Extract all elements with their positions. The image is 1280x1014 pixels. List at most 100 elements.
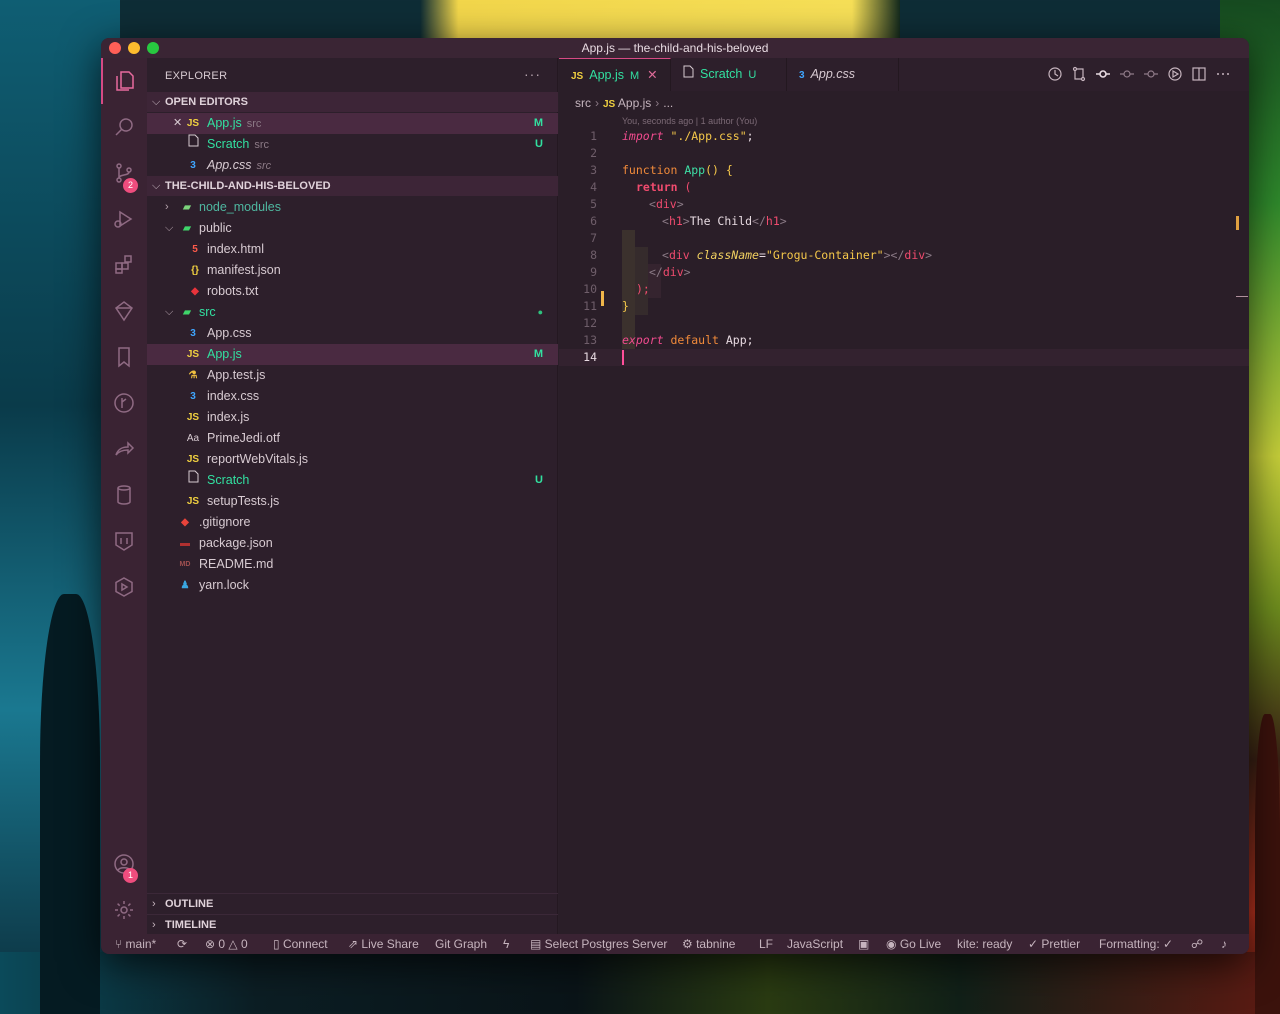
tabnine-status[interactable]: ⚙ tabnine <box>682 934 735 954</box>
tree-item[interactable]: Scratch U <box>147 470 558 491</box>
previous-change-icon[interactable] <box>1119 66 1135 82</box>
tree-item[interactable]: {} manifest.json <box>147 260 558 281</box>
project-header[interactable]: ⌵ THE-CHILD-AND-HIS-BELOVED <box>147 176 558 196</box>
gear-icon[interactable] <box>101 887 147 933</box>
tree-item[interactable]: MD README.md <box>147 554 558 575</box>
kite-status[interactable]: kite: ready <box>957 934 1012 954</box>
tree-item-src[interactable]: ⌵ ▰ src ● <box>147 302 558 323</box>
tree-item[interactable]: 3 index.css <box>147 386 558 407</box>
js-file-icon: JS <box>186 496 200 507</box>
tree-item-public[interactable]: ⌵ ▰ public <box>147 218 558 239</box>
database-icon[interactable] <box>101 472 147 518</box>
tree-item-label: src <box>199 305 216 319</box>
tree-item[interactable]: ♟ yarn.lock <box>147 575 558 596</box>
editor-tabs: JS App.js M ✕ Scratch U 3 App.css <box>559 58 1249 91</box>
open-editor-item[interactable]: ✕ JS App.js src M <box>147 113 558 134</box>
tree-item[interactable]: ◆ robots.txt <box>147 281 558 302</box>
extensions-icon[interactable] <box>101 242 147 288</box>
tree-item[interactable]: ▬ package.json <box>147 533 558 554</box>
window-title: App.js — the-child-and-his-beloved <box>581 41 769 55</box>
source-control-icon[interactable]: 2 <box>101 150 147 196</box>
tree-item-selected[interactable]: JS App.js M <box>147 344 558 365</box>
title-bar: App.js — the-child-and-his-beloved <box>101 38 1249 58</box>
remote-icon[interactable] <box>101 288 147 334</box>
tree-item[interactable]: ⚗ App.test.js <box>147 365 558 386</box>
breadcrumb-file[interactable]: App.js <box>618 96 651 110</box>
open-editor-item[interactable]: Scratch src U <box>147 134 558 155</box>
git-status: M <box>533 117 543 129</box>
git-graph-status[interactable]: Git Graph <box>435 934 487 954</box>
go-live-status[interactable]: ◉ Go Live <box>886 934 941 954</box>
tree-item-node-modules[interactable]: › ▰ node_modules <box>147 197 558 218</box>
tree-item[interactable]: JS setupTests.js <box>147 491 558 512</box>
code-line: 1 import "./App.css"; <box>590 129 754 143</box>
js-file-icon: JS <box>186 349 200 360</box>
font-file-icon: Aa <box>186 433 200 444</box>
open-preview-icon[interactable] <box>1167 66 1183 82</box>
accounts-icon[interactable]: ☍ <box>1191 934 1203 954</box>
split-editor-icon[interactable] <box>1191 66 1207 82</box>
branch-status[interactable]: ⑂ main* <box>115 934 156 954</box>
code-line: 10); <box>583 282 650 296</box>
next-change-icon[interactable] <box>1143 66 1159 82</box>
notifications-icon[interactable]: ♪ <box>1221 934 1227 954</box>
tab-scratch[interactable]: Scratch U <box>671 58 787 91</box>
tree-item[interactable]: JS index.js <box>147 407 558 428</box>
wallpaper-tree <box>1255 714 1280 1014</box>
outline-section[interactable]: › OUTLINE <box>147 893 558 913</box>
close-icon[interactable]: ✕ <box>647 68 657 82</box>
eol-status[interactable]: LF <box>759 934 773 954</box>
close-icon[interactable]: ✕ <box>173 113 182 134</box>
postgres-status[interactable]: ▤ Select Postgres Server <box>530 934 667 954</box>
account-icon[interactable]: 1 <box>101 841 147 887</box>
explorer-icon[interactable] <box>101 58 147 104</box>
search-icon[interactable] <box>101 104 147 150</box>
tree-item[interactable]: 5 index.html <box>147 239 558 260</box>
sync-icon[interactable]: ⟳ <box>177 934 187 954</box>
timeline-section[interactable]: › TIMELINE <box>147 914 558 934</box>
lightning-icon[interactable]: ϟ <box>503 934 509 954</box>
wallpaper-top <box>420 0 900 40</box>
language-status[interactable]: JavaScript <box>787 934 843 954</box>
tree-item[interactable]: Aa PrimeJedi.otf <box>147 428 558 449</box>
connect-status[interactable]: ▯ Connect <box>273 934 328 954</box>
js-file-icon: JS <box>186 454 200 465</box>
tree-item-label: index.css <box>207 389 260 403</box>
minimize-window-button[interactable] <box>128 42 140 54</box>
git-graph-icon[interactable] <box>101 380 147 426</box>
cube-icon[interactable] <box>101 564 147 610</box>
formatting-status[interactable]: Formatting: ✓ <box>1099 934 1173 954</box>
open-editors-header[interactable]: ⌵ OPEN EDITORS <box>147 92 558 112</box>
code-line: 6 <h1>The Child</h1> <box>590 214 787 228</box>
folder-icon: ▰ <box>183 223 191 234</box>
more-actions-icon[interactable] <box>1215 66 1231 82</box>
tree-item[interactable]: 3 App.css <box>147 323 558 344</box>
breadcrumb-folder[interactable]: src <box>575 96 591 110</box>
git-commit-icon[interactable] <box>1095 66 1111 82</box>
problems-status[interactable]: ⊗ 0 △ 0 <box>205 934 248 954</box>
explorer-more-button[interactable]: ··· <box>524 66 541 82</box>
feedback-icon[interactable]: ▣ <box>858 934 869 954</box>
live-share-icon[interactable] <box>101 426 147 472</box>
tree-item-label: App.js <box>207 347 242 361</box>
close-window-button[interactable] <box>109 42 121 54</box>
tree-item[interactable]: JS reportWebVitals.js <box>147 449 558 470</box>
open-editor-label: Scratch src <box>207 137 270 151</box>
prettier-status[interactable]: ✓ Prettier <box>1028 934 1080 954</box>
history-icon[interactable] <box>1047 66 1063 82</box>
codelens-blame[interactable]: You, seconds ago | 1 author (You) <box>622 116 757 126</box>
bookmark-icon[interactable] <box>101 334 147 380</box>
tree-item[interactable]: ◆ .gitignore <box>147 512 558 533</box>
git-status: U <box>535 474 543 486</box>
live-share-status[interactable]: ⇗ Live Share <box>348 934 419 954</box>
tab-app-css[interactable]: 3 App.css <box>787 58 899 91</box>
run-debug-icon[interactable] <box>101 196 147 242</box>
breadcrumb-symbol[interactable]: ... <box>663 96 673 110</box>
open-editor-item[interactable]: 3 App.css src <box>147 155 558 176</box>
tab-app-js[interactable]: JS App.js M ✕ <box>559 58 671 91</box>
docker-icon[interactable] <box>101 518 147 564</box>
maximize-window-button[interactable] <box>147 42 159 54</box>
tree-item-label: robots.txt <box>207 284 259 298</box>
compare-changes-icon[interactable] <box>1071 66 1087 82</box>
markdown-file-icon: MD <box>179 561 191 568</box>
